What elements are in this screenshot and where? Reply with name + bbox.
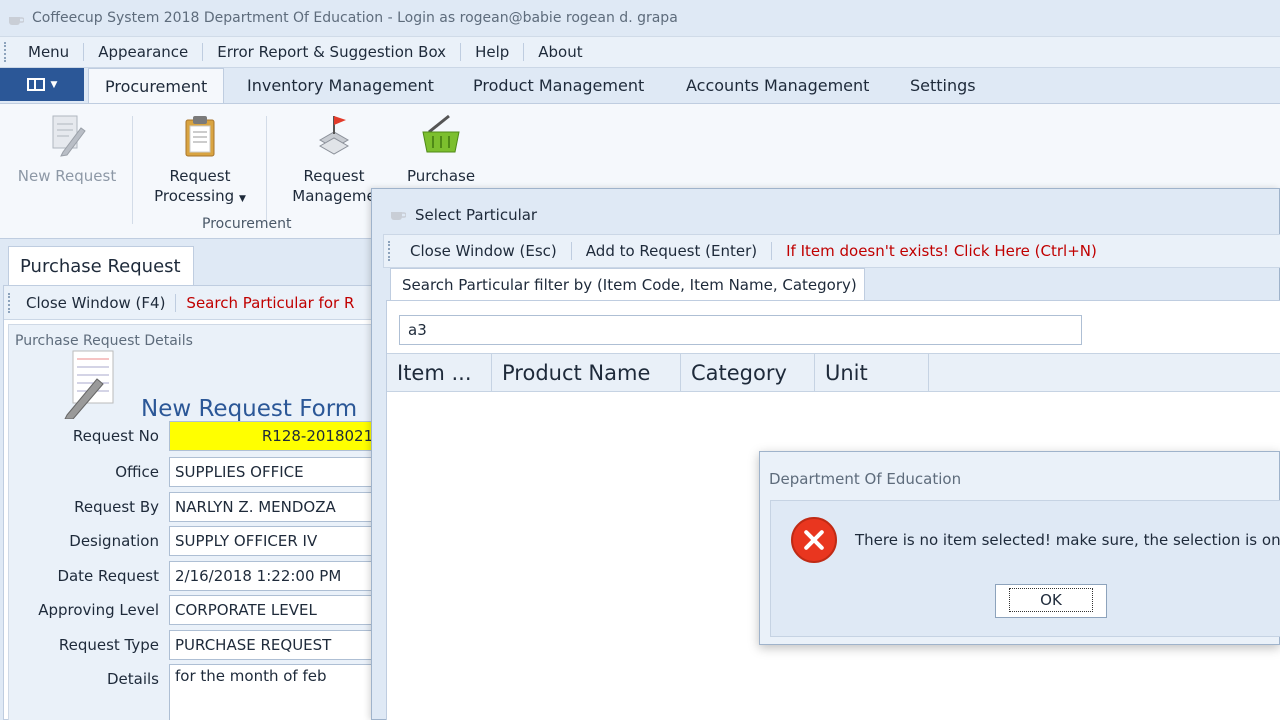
select-particular-toolbar: Close Window (Esc) Add to Request (Enter… [383,234,1280,268]
search-particular-button[interactable]: Search Particular for R [176,294,364,312]
field-row-request-by: Request By NARLYN Z. MENDOZA [9,492,382,522]
group-separator [266,116,267,224]
purchase-button[interactable]: Purchase [395,112,487,186]
search-input[interactable]: a3 [399,315,1082,345]
window-title: Coffeecup System 2018 Department Of Educ… [32,10,678,26]
field-row-approving-level: Approving Level CORPORATE LEVEL [9,595,382,625]
tab-search-particular[interactable]: Search Particular filter by (Item Code, … [390,268,865,301]
ribbon-group-label: Procurement [202,216,292,232]
group-separator [132,116,133,224]
add-to-request-button[interactable]: Add to Request (Enter) [572,242,773,260]
menu-item-help[interactable]: Help [461,43,525,61]
menu-item-error-report[interactable]: Error Report & Suggestion Box [203,43,462,61]
field-row-date-request: Date Request 2/16/2018 1:22:00 PM [9,561,382,591]
column-header-category[interactable]: Category [681,354,815,391]
purchase-request-body: Close Window (F4) Search Particular for … [3,285,382,720]
request-processing-button[interactable]: Request Processing ▼ [140,112,260,209]
edit-document-icon [52,115,86,157]
close-window-button[interactable]: Close Window (F4) [16,293,177,312]
dialog-title: Select Particular [415,206,538,224]
request-processing-label-1: Request [169,167,231,185]
request-type-field[interactable]: PURCHASE REQUEST [169,630,382,660]
new-request-label: New Request [17,167,117,185]
purchase-request-toolbar: Close Window (F4) Search Particular for … [4,286,381,320]
menu-bar: Menu Appearance Error Report & Suggestio… [0,36,1280,68]
toolbar-grip[interactable] [388,241,396,261]
request-management-label-1: Request [303,167,365,185]
field-row-request-no: Request No R128-2018021( [9,421,382,451]
coffee-cup-icon [9,17,24,25]
designation-label: Designation [69,532,159,550]
close-window-esc-button[interactable]: Close Window (Esc) [396,242,572,260]
details-field[interactable]: for the month of feb [169,664,382,720]
menu-item-appearance[interactable]: Appearance [84,43,204,61]
column-header-product-name[interactable]: Product Name [492,354,681,391]
ok-label: OK [1009,588,1093,612]
office-field[interactable]: SUPPLIES OFFICE [169,457,382,487]
tab-purchase-request[interactable]: Purchase Request [8,246,194,286]
message-text: There is no item selected! make sure, th… [855,531,1280,549]
error-icon [791,517,837,563]
coffee-cup-icon [391,212,406,220]
request-no-field[interactable]: R128-2018021( [169,421,382,451]
request-type-label: Request Type [58,636,159,654]
message-box-title: Department Of Education [769,470,962,488]
window-title-bar: Coffeecup System 2018 Department Of Educ… [0,0,1280,36]
menu-item-menu[interactable]: Menu [14,43,85,61]
field-row-office: Office SUPPLIES OFFICE [9,457,382,487]
field-row-request-type: Request Type PURCHASE REQUEST [9,630,382,660]
field-row-details: Details for the month of feb [9,664,382,720]
toolbar-grip[interactable] [8,292,16,313]
shopping-basket-icon [422,114,460,153]
tab-procurement[interactable]: Procurement [88,68,225,104]
flag-stack-icon [318,116,350,155]
request-by-field[interactable]: NARLYN Z. MENDOZA [169,492,382,522]
tab-inventory-management[interactable]: Inventory Management [247,68,434,104]
new-request-button[interactable]: New Request [10,112,124,186]
column-header-unit[interactable]: Unit [815,354,929,391]
date-request-field[interactable]: 2/16/2018 1:22:00 PM [169,561,382,591]
field-row-designation: Designation SUPPLY OFFICER IV [9,526,382,556]
approving-level-label: Approving Level [38,601,159,619]
chevron-down-icon: ▼ [238,194,246,204]
tab-settings[interactable]: Settings [910,68,976,104]
create-item-button[interactable]: If Item doesn't exists! Click Here (Ctrl… [772,242,1111,260]
details-label: Details [106,670,159,688]
request-no-label: Request No [72,427,159,445]
notepad-pen-icon [64,350,114,419]
tab-product-management[interactable]: Product Management [473,68,644,104]
request-by-label: Request By [74,498,159,516]
request-processing-label-2: Processing [154,187,235,205]
tab-accounts-management[interactable]: Accounts Management [686,68,869,104]
clipboard-icon [185,116,215,157]
dialog-title-bar: Select Particular [372,189,1280,233]
toolbar-grip[interactable] [4,42,14,62]
ok-button[interactable]: OK [995,584,1107,618]
application-menu-button[interactable]: ▼ [0,68,84,101]
office-label: Office [115,463,159,481]
purchase-label: Purchase [406,167,476,185]
menu-item-about[interactable]: About [524,43,596,61]
approving-level-field[interactable]: CORPORATE LEVEL [169,595,382,625]
particulars-grid-header: Item ... Product Name Category Unit [387,353,1280,392]
panel-title: Purchase Request Details [15,333,193,349]
date-request-label: Date Request [57,567,159,585]
message-box-content: There is no item selected! make sure, th… [770,500,1280,637]
book-icon [26,78,45,91]
error-message-box: Department Of Education There is no item… [759,451,1280,645]
ribbon-tab-strip: ▼ Procurement Inventory Management Produ… [0,68,1280,104]
chevron-down-icon: ▼ [50,79,58,90]
form-title: New Request Form [141,396,358,422]
column-header-item-code[interactable]: Item ... [387,354,492,391]
designation-field[interactable]: SUPPLY OFFICER IV [169,526,382,556]
purchase-request-details-panel: Purchase Request Details New Request For… [8,324,382,720]
purchase-request-pane: Purchase Request Close Window (F4) Searc… [0,239,382,720]
